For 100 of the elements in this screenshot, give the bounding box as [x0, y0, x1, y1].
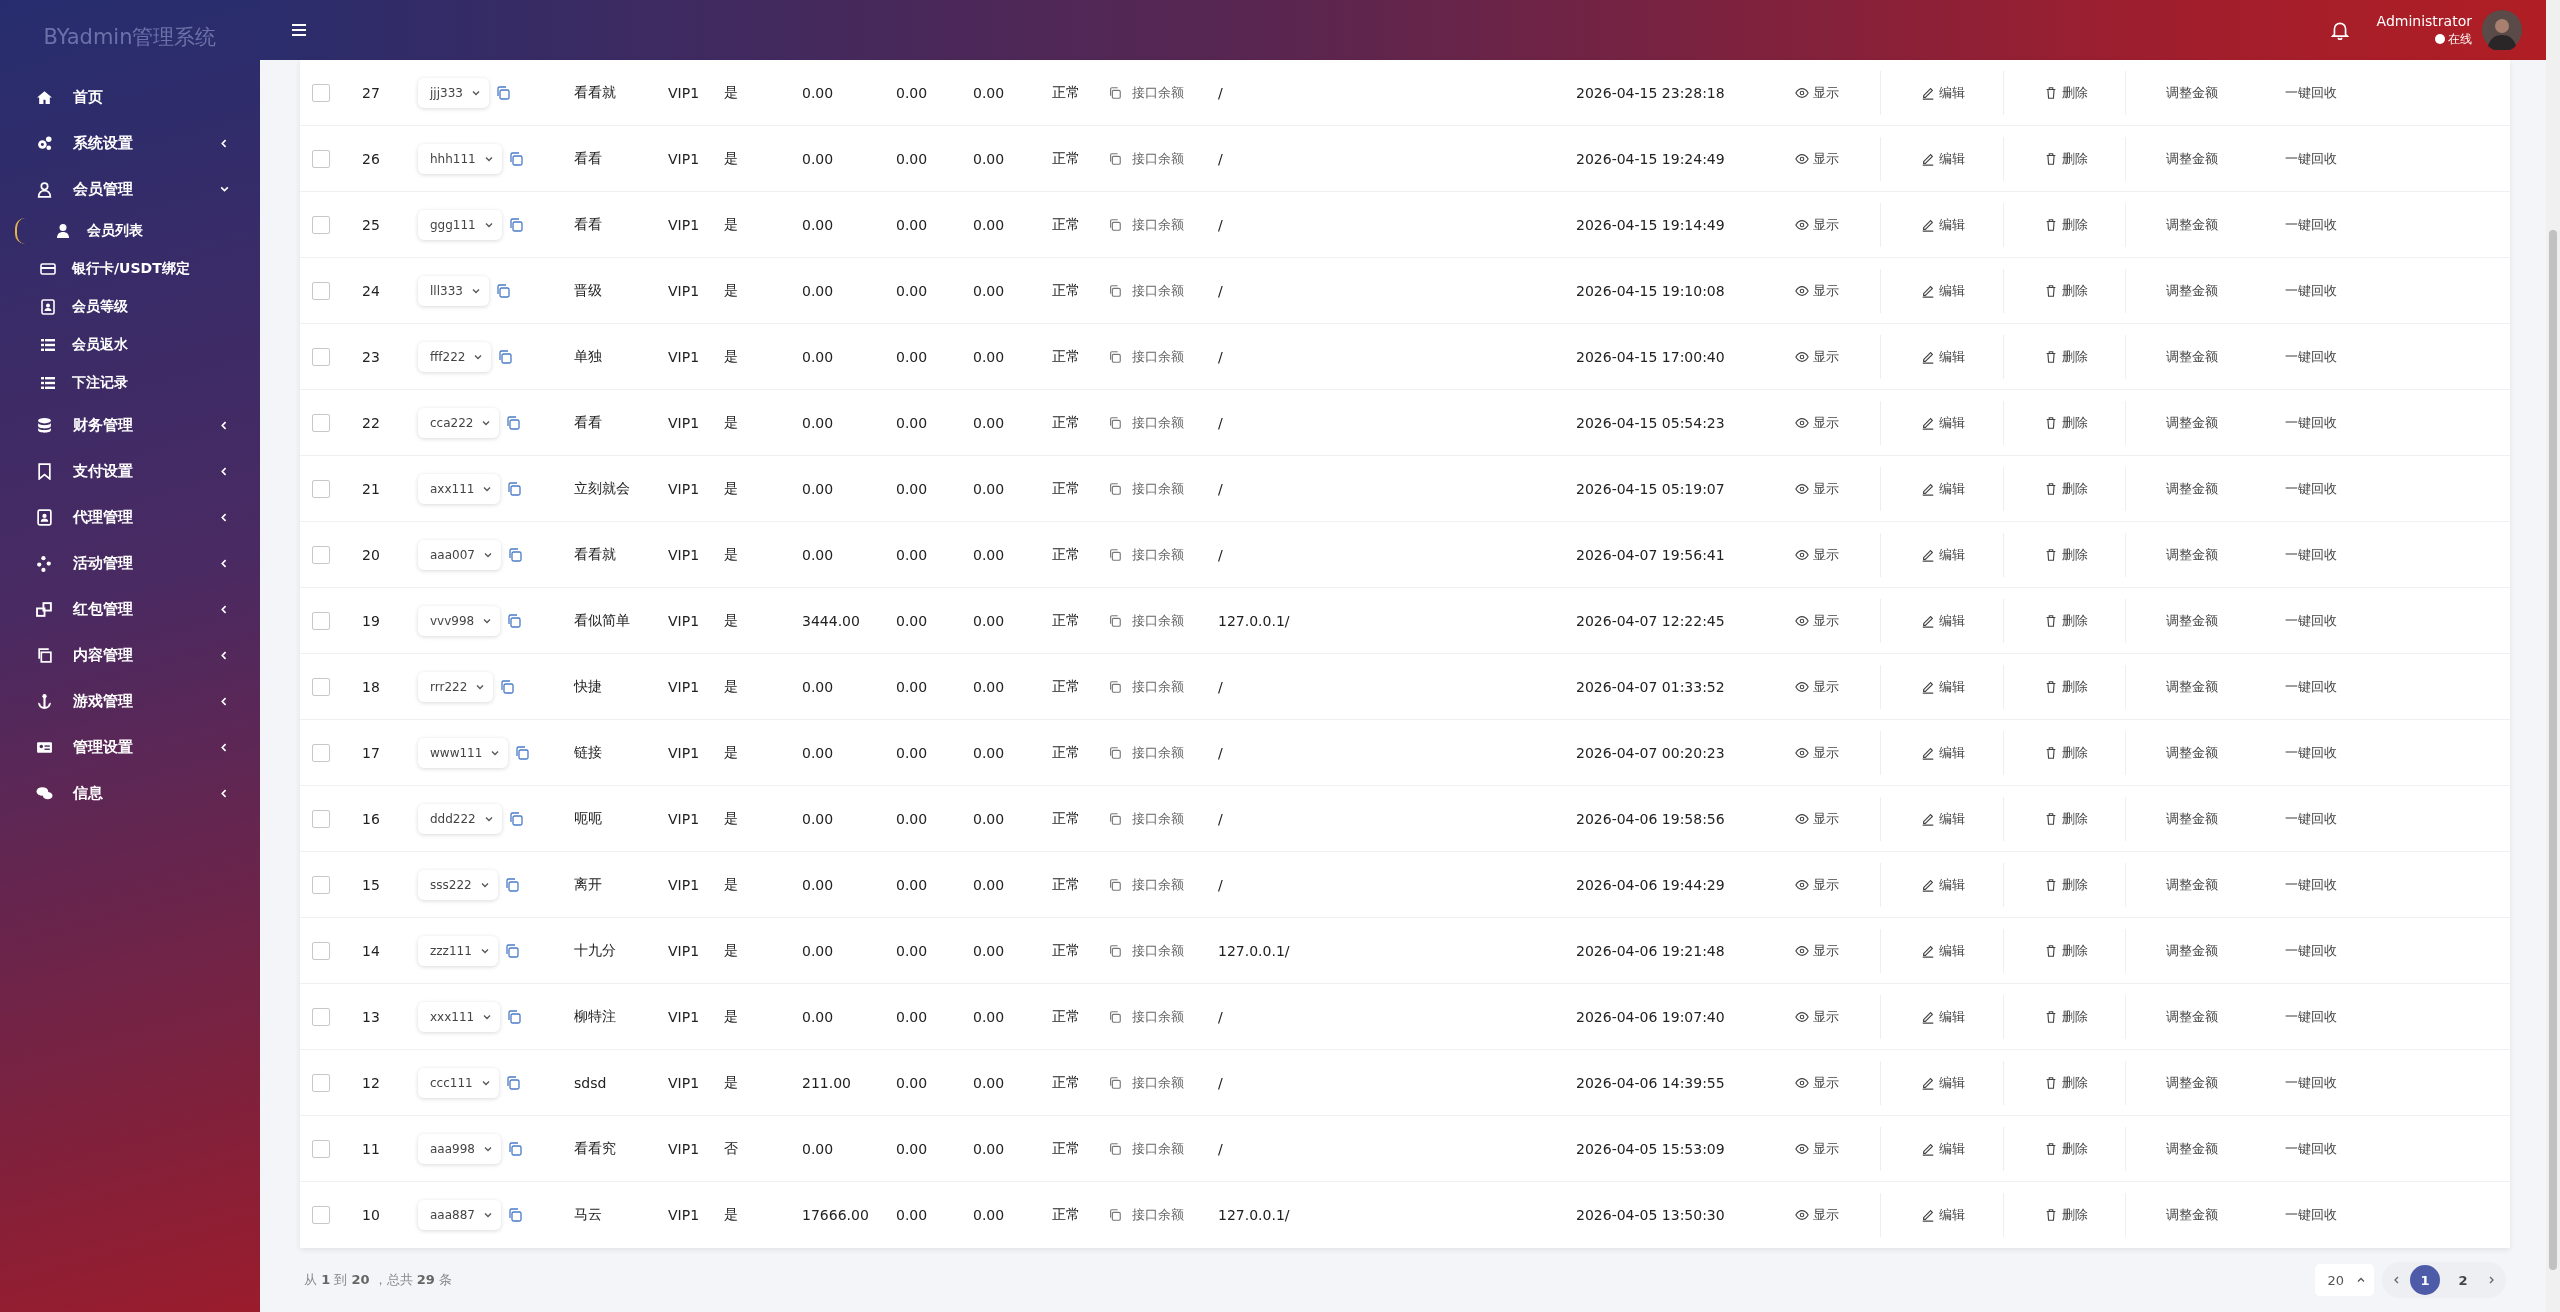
adjust-amount-link[interactable]: 调整金额: [2166, 413, 2218, 432]
edit-link[interactable]: 编辑: [1921, 545, 1965, 564]
delete-link[interactable]: 删除: [2044, 1073, 2088, 1092]
balance-link[interactable]: 接口余额: [1108, 611, 1184, 630]
recycle-link[interactable]: 一键回收: [2285, 1073, 2337, 1092]
edit-link[interactable]: 编辑: [1921, 149, 1965, 168]
delete-link[interactable]: 删除: [2044, 611, 2088, 630]
username-select[interactable]: lll333: [418, 275, 489, 306]
sidebar-subitem[interactable]: 银行卡/USDT绑定: [0, 250, 260, 288]
delete-link[interactable]: 删除: [2044, 83, 2088, 102]
username-select[interactable]: zzz111: [418, 935, 498, 966]
row-checkbox[interactable]: [312, 281, 330, 300]
row-checkbox[interactable]: [312, 875, 330, 894]
recycle-link[interactable]: 一键回收: [2285, 545, 2337, 564]
copy-icon[interactable]: [506, 1207, 523, 1223]
delete-link[interactable]: 删除: [2044, 545, 2088, 564]
edit-link[interactable]: 编辑: [1921, 83, 1965, 102]
copy-icon[interactable]: [506, 546, 523, 563]
recycle-link[interactable]: 一键回收: [2285, 1139, 2337, 1158]
show-link[interactable]: 显示: [1795, 215, 1839, 234]
copy-icon[interactable]: [514, 744, 531, 761]
row-checkbox[interactable]: [312, 1206, 330, 1224]
sidebar-subitem[interactable]: 会员等级: [0, 288, 260, 326]
recycle-link[interactable]: 一键回收: [2285, 677, 2337, 696]
sidebar-item[interactable]: 系统设置: [0, 120, 260, 166]
balance-link[interactable]: 接口余额: [1108, 677, 1184, 696]
sidebar-item[interactable]: 信息: [0, 770, 260, 816]
adjust-amount-link[interactable]: 调整金额: [2166, 149, 2218, 168]
username-select[interactable]: rrr222: [418, 671, 494, 702]
balance-link[interactable]: 接口余额: [1108, 1139, 1184, 1158]
show-link[interactable]: 显示: [1795, 677, 1839, 696]
username-select[interactable]: aaa998: [418, 1133, 501, 1164]
page-size-select[interactable]: 20: [2315, 1264, 2374, 1296]
row-checkbox[interactable]: [312, 479, 330, 498]
copy-icon[interactable]: [506, 480, 523, 497]
balance-link[interactable]: 接口余额: [1108, 941, 1184, 960]
edit-link[interactable]: 编辑: [1921, 479, 1965, 498]
page-button[interactable]: 2: [2448, 1265, 2478, 1295]
row-checkbox[interactable]: [312, 1007, 330, 1026]
sidebar-item[interactable]: 支付设置: [0, 448, 260, 494]
row-checkbox[interactable]: [312, 215, 330, 234]
delete-link[interactable]: 删除: [2044, 149, 2088, 168]
username-select[interactable]: www111: [418, 737, 509, 768]
delete-link[interactable]: 删除: [2044, 677, 2088, 696]
balance-link[interactable]: 接口余额: [1108, 281, 1184, 300]
balance-link[interactable]: 接口余额: [1108, 413, 1184, 432]
edit-link[interactable]: 编辑: [1921, 1139, 1965, 1158]
delete-link[interactable]: 删除: [2044, 215, 2088, 234]
delete-link[interactable]: 删除: [2044, 809, 2088, 828]
copy-icon[interactable]: [507, 810, 524, 827]
recycle-link[interactable]: 一键回收: [2285, 413, 2337, 432]
copy-icon[interactable]: [497, 348, 514, 365]
copy-icon[interactable]: [506, 612, 523, 629]
copy-icon[interactable]: [494, 282, 511, 299]
username-select[interactable]: ddd222: [418, 803, 502, 834]
show-link[interactable]: 显示: [1795, 875, 1839, 894]
show-link[interactable]: 显示: [1795, 611, 1839, 630]
show-link[interactable]: 显示: [1795, 347, 1839, 366]
adjust-amount-link[interactable]: 调整金额: [2166, 1139, 2218, 1158]
show-link[interactable]: 显示: [1795, 479, 1839, 498]
page-button[interactable]: 1: [2410, 1265, 2440, 1295]
edit-link[interactable]: 编辑: [1921, 215, 1965, 234]
adjust-amount-link[interactable]: 调整金额: [2166, 677, 2218, 696]
edit-link[interactable]: 编辑: [1921, 743, 1965, 762]
recycle-link[interactable]: 一键回收: [2285, 215, 2337, 234]
copy-icon[interactable]: [506, 1140, 523, 1157]
edit-link[interactable]: 编辑: [1921, 875, 1965, 894]
recycle-link[interactable]: 一键回收: [2285, 743, 2337, 762]
adjust-amount-link[interactable]: 调整金额: [2166, 215, 2218, 234]
adjust-amount-link[interactable]: 调整金额: [2166, 1007, 2218, 1026]
edit-link[interactable]: 编辑: [1921, 1007, 1965, 1026]
edit-link[interactable]: 编辑: [1921, 611, 1965, 630]
show-link[interactable]: 显示: [1795, 281, 1839, 300]
edit-link[interactable]: 编辑: [1921, 809, 1965, 828]
username-select[interactable]: vvv998: [418, 605, 501, 636]
show-link[interactable]: 显示: [1795, 1073, 1839, 1092]
username-select[interactable]: fff222: [418, 341, 492, 372]
username-select[interactable]: ccc111: [418, 1067, 499, 1098]
delete-link[interactable]: 删除: [2044, 281, 2088, 300]
adjust-amount-link[interactable]: 调整金额: [2166, 743, 2218, 762]
sidebar-subitem[interactable]: 会员列表: [0, 212, 260, 250]
edit-link[interactable]: 编辑: [1921, 413, 1965, 432]
username-select[interactable]: cca222: [418, 407, 500, 438]
show-link[interactable]: 显示: [1795, 413, 1839, 432]
avatar[interactable]: [2482, 10, 2522, 50]
show-link[interactable]: 显示: [1795, 1206, 1839, 1224]
balance-link[interactable]: 接口余额: [1108, 215, 1184, 234]
balance-link[interactable]: 接口余额: [1108, 1206, 1184, 1224]
adjust-amount-link[interactable]: 调整金额: [2166, 479, 2218, 498]
row-checkbox[interactable]: [312, 545, 330, 564]
sidebar-item[interactable]: 游戏管理: [0, 678, 260, 724]
copy-icon[interactable]: [507, 150, 524, 167]
balance-link[interactable]: 接口余额: [1108, 1007, 1184, 1026]
adjust-amount-link[interactable]: 调整金额: [2166, 875, 2218, 894]
balance-link[interactable]: 接口余额: [1108, 479, 1184, 498]
edit-link[interactable]: 编辑: [1921, 941, 1965, 960]
adjust-amount-link[interactable]: 调整金额: [2166, 545, 2218, 564]
recycle-link[interactable]: 一键回收: [2285, 83, 2337, 102]
row-checkbox[interactable]: [312, 941, 330, 960]
sidebar-item[interactable]: 管理设置: [0, 724, 260, 770]
